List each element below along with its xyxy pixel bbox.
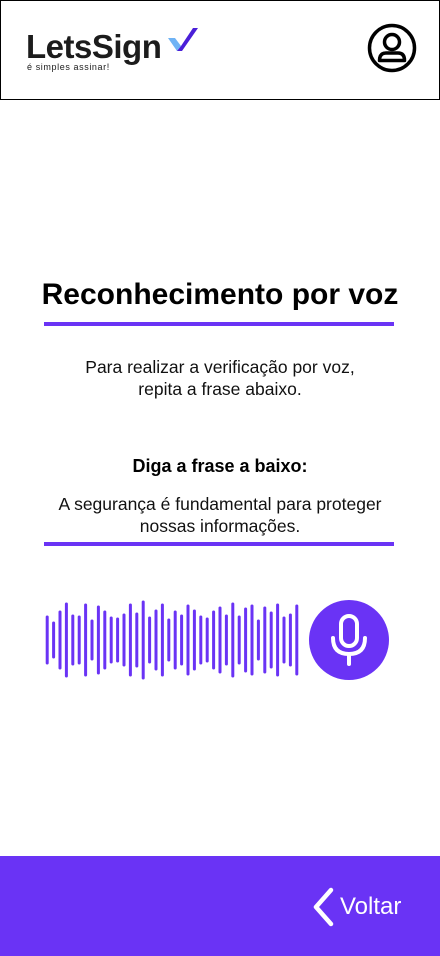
instruction-line-1: Para realizar a verificação por voz,: [85, 357, 355, 377]
back-label: Voltar: [340, 893, 402, 920]
app-header: LetsSign é simples assinar!: [0, 0, 440, 100]
instruction-line-2: repita a frase abaixo.: [138, 379, 302, 399]
logo-wordmark: LetsSign: [26, 28, 162, 65]
voice-recognition-screen: LetsSign é simples assinar! Reconhecimen…: [0, 0, 440, 956]
back-button[interactable]: Voltar: [312, 887, 401, 927]
chevron-left-icon: [313, 887, 334, 927]
instruction-text: Para realizar a verificação por voz, rep…: [0, 356, 440, 400]
phrase-underline: [44, 542, 394, 546]
title-underline: [44, 322, 394, 326]
microphone-icon: [331, 614, 367, 666]
phrase-line-1: A segurança é fundamental para proteger: [58, 494, 382, 514]
microphone-button[interactable]: [309, 600, 389, 680]
audio-waveform-icon: [45, 600, 299, 680]
logo-tagline: é simples assinar!: [27, 62, 110, 72]
logo-check-icon: [168, 28, 198, 51]
page-title: Reconhecimento por voz: [41, 278, 399, 311]
user-circle-icon: [367, 23, 417, 73]
phrase-line-2: nossas informações.: [139, 516, 301, 536]
bottom-bar: Voltar: [0, 856, 440, 956]
letssign-logo: LetsSign é simples assinar!: [26, 27, 201, 77]
phrase-text: A segurança é fundamental para proteger …: [0, 493, 440, 537]
profile-button[interactable]: [367, 23, 417, 73]
phrase-label: Diga a frase a baixo:: [132, 456, 308, 476]
